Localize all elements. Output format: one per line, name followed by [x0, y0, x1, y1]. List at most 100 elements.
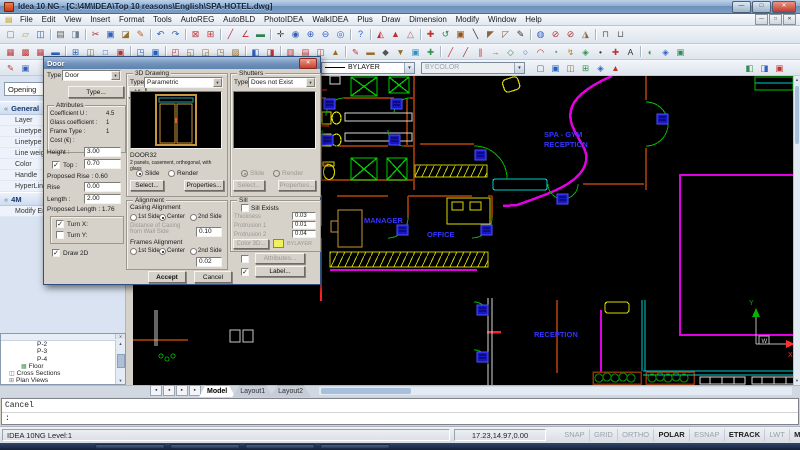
menu-window[interactable]: Window — [484, 15, 521, 24]
turn-x-checkbox[interactable]: ✓ — [56, 220, 64, 228]
toolbar-icon[interactable]: ⊘ — [563, 28, 578, 41]
toolbar-icon[interactable]: ▢ — [533, 62, 548, 74]
toolbar-icon[interactable]: ✎ — [513, 28, 528, 41]
tree-scrollbar[interactable]: ▲ ▼ — [115, 340, 125, 384]
array-icon[interactable]: ⊞ — [203, 28, 218, 41]
menu-insert[interactable]: Insert — [86, 15, 115, 24]
menu-edit[interactable]: Edit — [37, 15, 60, 24]
toolbar-icon[interactable]: ◈ — [658, 46, 673, 58]
close-button[interactable]: ✕ — [772, 1, 796, 13]
save-icon[interactable]: ◫ — [33, 28, 48, 41]
toolbar-icon[interactable]: ◧ — [742, 62, 757, 74]
toolbar-icon[interactable]: ▣ — [408, 46, 423, 58]
toolbar-icon[interactable]: ◨ — [757, 62, 772, 74]
toolbar-icon[interactable]: ↯ — [563, 46, 578, 58]
paste-icon[interactable]: ◪ — [118, 28, 133, 41]
drawing-3d-slide-radio[interactable] — [136, 170, 143, 177]
tab-nav-previous[interactable]: ◂ — [163, 385, 175, 396]
dropdown-icon[interactable]: ▼ — [514, 63, 524, 73]
tab-layout2[interactable]: Layout2 — [270, 385, 311, 397]
zoom-window-icon[interactable]: ◎ — [333, 28, 348, 41]
toolbar-icon[interactable]: → — [488, 46, 503, 58]
menu-modify[interactable]: Modify — [451, 15, 483, 24]
undo-icon[interactable]: ↶ — [153, 28, 168, 41]
toolbar-icon[interactable]: ◔ — [548, 46, 563, 58]
toolbar-icon[interactable]: • — [593, 46, 608, 58]
mdi-close-button[interactable]: ✕ — [783, 14, 796, 25]
new-icon[interactable]: ▢ — [3, 28, 18, 41]
toolbar-icon[interactable]: ▣ — [548, 62, 563, 74]
tab-model[interactable]: Model — [199, 385, 235, 397]
tree-item-p-3[interactable]: P-3 — [1, 348, 125, 355]
frames-distance-field[interactable]: 0.02 — [196, 257, 222, 267]
menu-plus[interactable]: Plus — [353, 15, 377, 24]
sill-protrusion1-field[interactable]: 0.01 — [292, 221, 316, 229]
toolbar-icon[interactable]: ∥ — [473, 46, 488, 58]
open-icon[interactable]: ▱ — [18, 28, 33, 41]
height-field[interactable]: 3.00 — [84, 147, 121, 157]
casing-distance-field[interactable]: 0.10 — [196, 227, 222, 237]
drawing-3d-select-button[interactable]: Select... — [130, 180, 164, 191]
sill-exists-checkbox[interactable] — [241, 204, 249, 212]
angle-icon[interactable]: ∠ — [238, 28, 253, 41]
toolbar-icon[interactable]: ⊓ — [598, 28, 613, 41]
shutters-type-select[interactable]: Does not Exist ▼ — [248, 77, 316, 88]
toolbar-icon[interactable]: ✚ — [608, 46, 623, 58]
toolbar-icon[interactable]: ⊞ — [578, 62, 593, 74]
toolbar-icon[interactable]: ⊘ — [548, 28, 563, 41]
status-toggle-model[interactable]: MODEL — [790, 429, 800, 441]
dropdown-icon[interactable]: ▼ — [404, 63, 414, 73]
toolbar-icon[interactable]: ◈ — [593, 62, 608, 74]
section-collapse-icon[interactable]: « — [4, 104, 8, 113]
menu-autoreg[interactable]: AutoREG — [176, 15, 219, 24]
dialog-titlebar[interactable]: Door ✕ — [44, 57, 320, 69]
line-icon[interactable]: ╱ — [223, 28, 238, 41]
help-icon[interactable]: ? — [353, 28, 368, 41]
sill-protrusion2-field[interactable]: 0.04 — [292, 230, 316, 238]
erase-icon[interactable]: ⊠ — [188, 28, 203, 41]
vertical-scroll-thumb[interactable] — [795, 86, 799, 144]
toolbar-icon[interactable]: ✎ — [348, 46, 363, 58]
scroll-down-icon[interactable]: ▼ — [794, 377, 800, 385]
toolbar-icon[interactable]: △ — [403, 28, 418, 41]
toolbar-icon[interactable]: ✚ — [423, 46, 438, 58]
text-icon[interactable]: A — [623, 46, 638, 58]
draw-circle-icon[interactable]: ○ — [518, 46, 533, 58]
cut-icon[interactable]: ✂ — [88, 28, 103, 41]
toolbar-icon[interactable]: ◫ — [563, 62, 578, 74]
toolbar-icon[interactable]: ◮ — [578, 28, 593, 41]
taskbar-item[interactable] — [320, 444, 390, 449]
toolbar-icon[interactable]: ▲ — [608, 62, 623, 74]
drawing-3d-render-radio[interactable] — [168, 170, 175, 177]
print-preview-icon[interactable]: ◨ — [68, 28, 83, 41]
toolbar-icon[interactable]: ▩ — [18, 46, 33, 58]
status-toggle-grid[interactable]: GRID — [590, 429, 618, 441]
command-prompt[interactable]: : — [2, 413, 798, 425]
toolbar-icon[interactable]: ▣ — [673, 46, 688, 58]
mdi-restore-button[interactable]: □ — [769, 14, 782, 25]
status-toggle-polar[interactable]: POLAR — [654, 429, 690, 441]
scroll-up-icon[interactable]: ▲ — [794, 76, 800, 84]
dropdown-icon[interactable]: ▼ — [306, 78, 315, 87]
status-toggle-snap[interactable]: SNAP — [560, 429, 590, 441]
zoom-out-icon[interactable]: ⊖ — [318, 28, 333, 41]
format-painter-icon[interactable]: ✎ — [133, 28, 148, 41]
taskbar-item[interactable] — [245, 444, 315, 449]
menu-photoidea[interactable]: PhotoIDEA — [260, 15, 308, 24]
turn-y-checkbox[interactable] — [56, 231, 64, 239]
toolbar-icon[interactable]: ◤ — [483, 28, 498, 41]
zoom-in-icon[interactable]: ⊕ — [303, 28, 318, 41]
toolbar-icon[interactable]: ↺ — [438, 28, 453, 41]
tree-scroll-thumb[interactable] — [117, 354, 125, 368]
tree-item-p-2[interactable]: P-2 — [1, 341, 125, 348]
drawing-3d-type-select[interactable]: Parametric ▼ — [144, 77, 223, 88]
menu-autobld[interactable]: AutoBLD — [219, 15, 260, 24]
scroll-up-icon[interactable]: ▲ — [116, 340, 125, 347]
dialog-close-button[interactable]: ✕ — [299, 58, 317, 69]
menu-help[interactable]: Help — [521, 15, 546, 24]
toolbar-icon[interactable]: ▣ — [772, 62, 787, 74]
pan-icon[interactable]: ✛ — [273, 28, 288, 41]
toolbar-icon[interactable]: ▦ — [3, 46, 18, 58]
attributes-checkbox[interactable] — [241, 255, 249, 263]
drawing-vertical-scrollbar[interactable]: ▲ ▼ — [793, 76, 800, 385]
